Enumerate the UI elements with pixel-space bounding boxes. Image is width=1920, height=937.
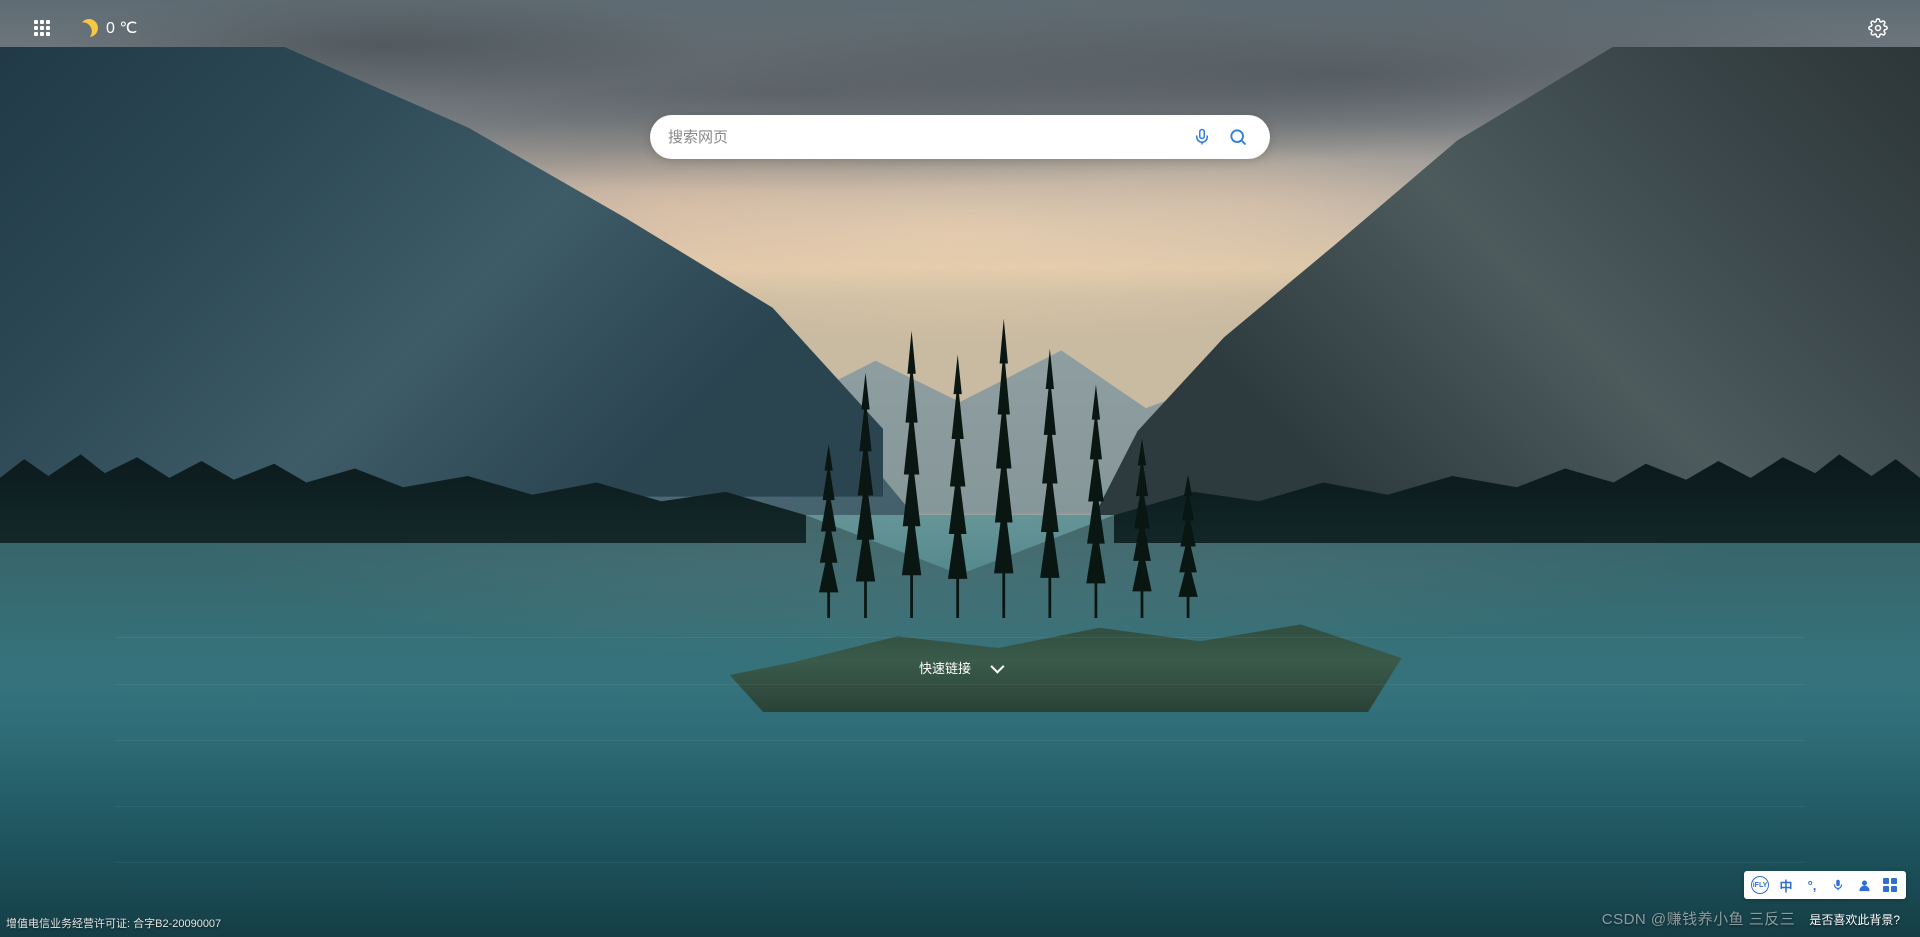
weather-widget[interactable]: 0 ℃ [80,18,137,38]
ime-toolbar[interactable]: iFLY 中 °, [1744,871,1906,899]
ime-logo-button[interactable]: iFLY [1748,873,1772,897]
search-icon [1228,127,1248,147]
microphone-icon [1831,878,1845,892]
gear-icon [1868,18,1888,38]
search-button[interactable] [1220,119,1256,155]
ime-profile-button[interactable] [1852,873,1876,897]
chevron-down-icon [990,659,1004,673]
ime-language-button[interactable]: 中 [1774,873,1798,897]
quick-links-label: 快速链接 [919,658,971,677]
apps-grid-icon [34,20,50,36]
ime-punctuation-button[interactable]: °, [1800,873,1824,897]
temperature-text: 0 ℃ [106,18,137,38]
search-bar[interactable] [650,115,1270,159]
grid-icon [1883,878,1897,892]
moon-icon [77,16,100,39]
quick-links-toggle[interactable]: 快速链接 [905,652,1015,683]
person-icon [1857,878,1872,893]
ime-voice-button[interactable] [1826,873,1850,897]
watermark-text: CSDN @赚钱养小鱼 三反三 [1602,908,1796,929]
ime-punctuation-label: °, [1808,878,1817,893]
search-input[interactable] [668,129,1184,146]
voice-search-button[interactable] [1184,119,1220,155]
settings-button[interactable] [1862,12,1894,44]
apps-launcher-button[interactable] [26,12,58,44]
ime-logo-icon: iFLY [1751,876,1769,894]
ime-language-label: 中 [1779,876,1792,895]
microphone-icon [1193,128,1211,146]
legal-notice: 增值电信业务经营许可证: 合字B2-20090007 [6,915,221,931]
ime-tools-button[interactable] [1878,873,1902,897]
background-feedback-link[interactable]: 是否喜欢此背景? [1809,911,1900,928]
